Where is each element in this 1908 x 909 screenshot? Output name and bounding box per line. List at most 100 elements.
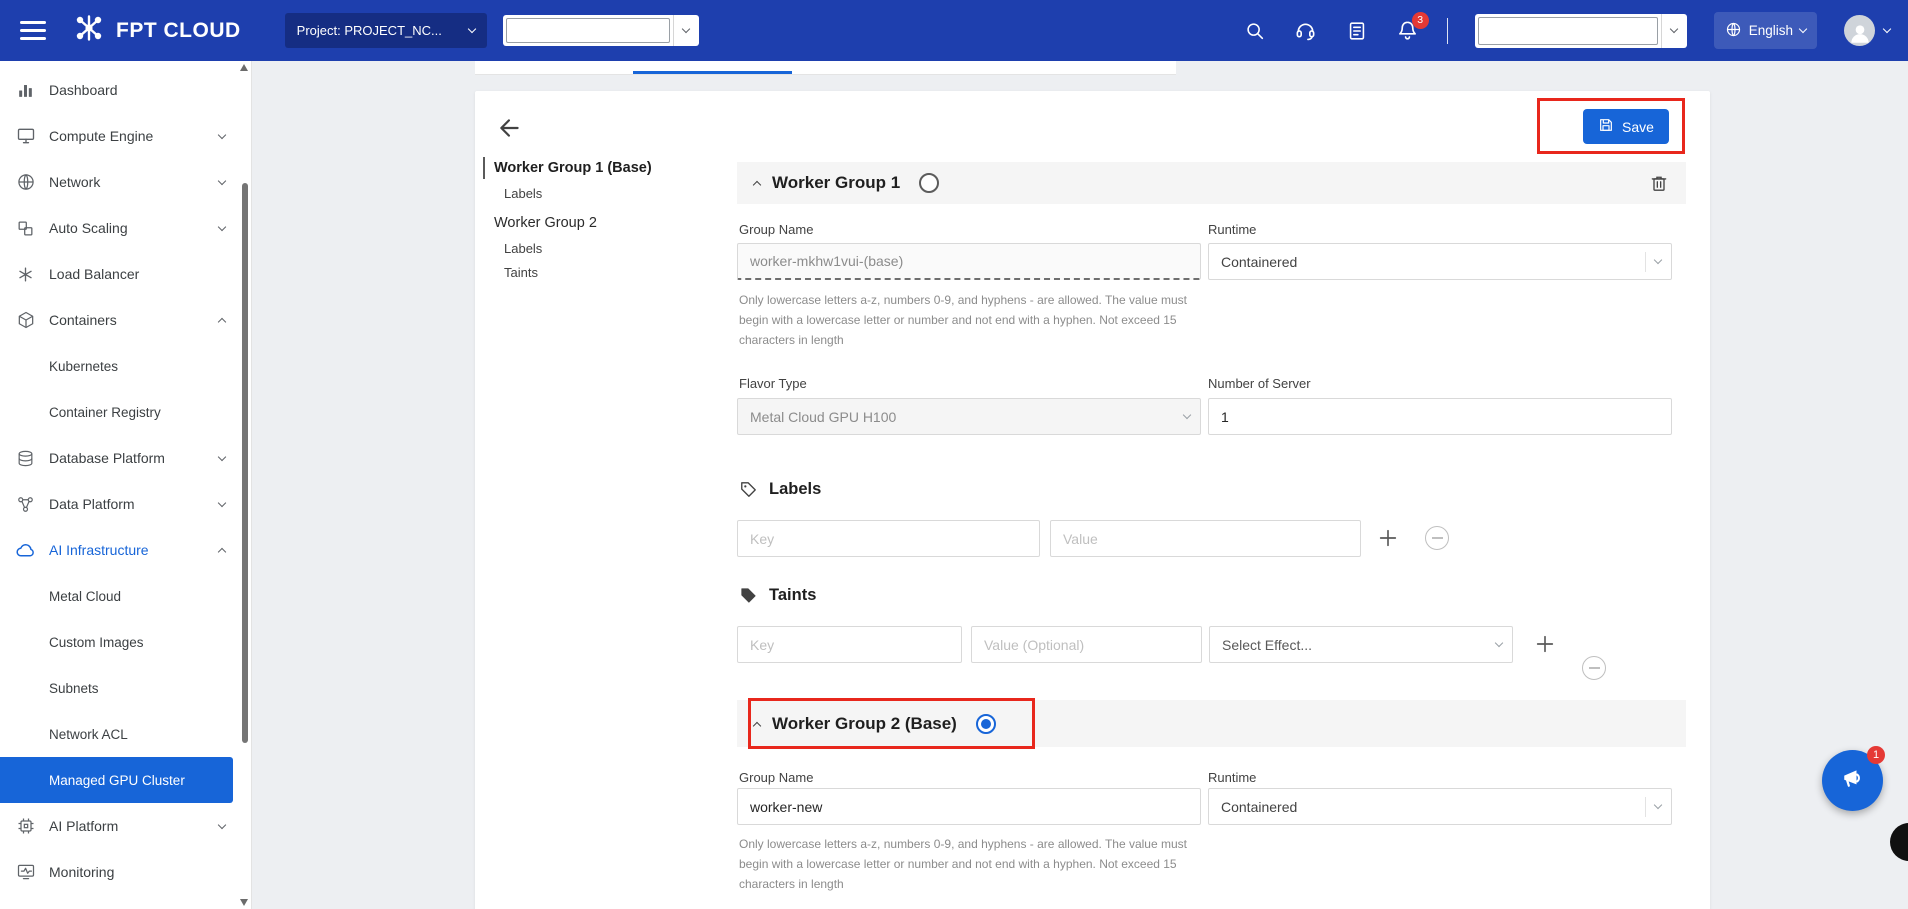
chevron-down-icon <box>1654 801 1662 809</box>
add-label-button[interactable] <box>1377 527 1399 549</box>
save-icon <box>1598 117 1614 136</box>
compute-engine-icon <box>15 126 36 147</box>
language-selector[interactable]: English <box>1714 12 1817 49</box>
sidebar-item-kubernetes[interactable]: Kubernetes <box>0 343 251 389</box>
sidebar-item-custom-images[interactable]: Custom Images <box>0 619 251 665</box>
sidebar-item-metal-cloud[interactable]: Metal Cloud <box>0 573 251 619</box>
sidebar-item-managed-gpu-cluster[interactable]: Managed GPU Cluster <box>0 757 233 803</box>
worker-group-1-title: Worker Group 1 <box>772 173 900 193</box>
chevron-down-icon <box>1670 25 1678 33</box>
sidebar-item-label: AI Platform <box>49 818 118 834</box>
remove-taint-button[interactable] <box>1582 656 1606 680</box>
delete-worker-group-1-icon[interactable] <box>1649 173 1669 194</box>
sidebar: Dashboard Compute Engine Network Auto Sc… <box>0 61 252 909</box>
project-selector[interactable]: Project: PROJECT_NC... <box>285 13 487 48</box>
chevron-up-icon <box>218 318 226 326</box>
logo-text: FPT CLOUD <box>116 19 241 43</box>
worker-group-2-header[interactable]: Worker Group 2 (Base) <box>737 700 1686 747</box>
sidebar-item-ai-infrastructure[interactable]: AI Infrastructure <box>0 527 251 573</box>
sidebar-item-container-registry[interactable]: Container Registry <box>0 389 251 435</box>
sidebar-item-partial[interactable] <box>0 895 251 909</box>
network-globe-icon <box>15 172 36 193</box>
sidebar-item-subnets[interactable]: Subnets <box>0 665 251 711</box>
sidebar-item-database-platform[interactable]: Database Platform <box>0 435 251 481</box>
worker-group-form-column: Worker Group 1 Group Name Runtime Contai… <box>737 162 1686 909</box>
logo-mark-icon <box>72 11 106 50</box>
chevron-down-icon <box>218 176 226 184</box>
number-of-server-input-wg1[interactable] <box>1208 398 1672 435</box>
save-button[interactable]: Save <box>1583 109 1669 144</box>
add-taint-button[interactable] <box>1534 633 1556 655</box>
sidebar-item-label: Auto Scaling <box>49 220 128 236</box>
tree-item-wg1-labels[interactable]: Labels <box>483 184 713 203</box>
sidebar-item-network[interactable]: Network <box>0 159 251 205</box>
scope-search-dropdown-button[interactable] <box>1661 14 1687 48</box>
sidebar-item-data-platform[interactable]: Data Platform <box>0 481 251 527</box>
project-selector-value: Project: PROJECT_NC... <box>297 23 442 38</box>
remove-label-button[interactable] <box>1425 526 1449 550</box>
sidebar-item-label: Kubernetes <box>49 359 118 374</box>
label-value-input[interactable] <box>1050 520 1361 557</box>
sidebar-item-ai-platform[interactable]: AI Platform <box>0 803 251 849</box>
taint-effect-placeholder: Select Effect... <box>1222 637 1496 653</box>
runtime-select-wg1[interactable]: Containered <box>1208 243 1672 280</box>
navbar-right-cluster: 3 English <box>1243 12 1890 49</box>
sidebar-item-dashboard[interactable]: Dashboard <box>0 67 251 113</box>
fpt-cloud-logo[interactable]: FPT CLOUD <box>72 11 241 50</box>
sidebar-item-label: AI Infrastructure <box>49 542 149 558</box>
collapse-chevron-icon <box>753 721 761 729</box>
tree-item-worker-group-2[interactable]: Worker Group 2 <box>483 212 713 234</box>
back-arrow-button[interactable] <box>497 115 523 141</box>
tree-item-worker-group-1[interactable]: Worker Group 1 (Base) <box>483 157 713 179</box>
group-name-help-text: Only lowercase letters a-z, numbers 0-9,… <box>739 834 1211 894</box>
user-menu[interactable] <box>1844 15 1890 46</box>
main-content-area: Save Worker Group 1 (Base) Labels Worker… <box>252 61 1908 909</box>
worker-group-1-base-radio[interactable] <box>919 173 939 193</box>
sidebar-item-network-acl[interactable]: Network ACL <box>0 711 251 757</box>
sidebar-scrollbar-thumb[interactable] <box>242 183 248 743</box>
worker-group-1-header[interactable]: Worker Group 1 <box>737 162 1686 204</box>
label-tag-icon <box>739 480 758 499</box>
worker-group-2-base-radio[interactable] <box>976 714 996 734</box>
sidebar-item-compute-engine[interactable]: Compute Engine <box>0 113 251 159</box>
group-name-input-wg2[interactable] <box>737 788 1201 825</box>
runtime-label: Runtime <box>1208 770 1256 785</box>
collapse-chevron-icon <box>753 181 761 189</box>
menu-icon[interactable] <box>20 21 46 40</box>
runtime-select-wg2[interactable]: Containered <box>1208 788 1672 825</box>
sidebar-item-label: Network ACL <box>49 727 128 742</box>
group-name-label: Group Name <box>739 222 813 237</box>
sidebar-item-auto-scaling[interactable]: Auto Scaling <box>0 205 251 251</box>
sidebar-item-monitoring[interactable]: Monitoring <box>0 849 251 895</box>
avatar <box>1844 15 1875 46</box>
labels-subsection-title: Labels <box>769 480 821 499</box>
support-icon[interactable] <box>1294 19 1318 43</box>
sidebar-item-label: Load Balancer <box>49 266 139 282</box>
notifications-bell-icon[interactable]: 3 <box>1396 19 1420 43</box>
globe-icon <box>1725 21 1742 41</box>
global-search-input[interactable] <box>506 18 670 43</box>
runtime-value: Containered <box>1221 799 1645 815</box>
global-search-dropdown-button[interactable] <box>673 15 699 46</box>
taint-effect-select[interactable]: Select Effect... <box>1209 626 1513 663</box>
feedback-chat-button[interactable]: 1 <box>1822 750 1883 811</box>
search-icon[interactable] <box>1243 19 1267 43</box>
sidebar-item-load-balancer[interactable]: Load Balancer <box>0 251 251 297</box>
docs-icon[interactable] <box>1345 19 1369 43</box>
tree-item-wg2-labels[interactable]: Labels <box>483 239 713 258</box>
sidebar-scroll-up-arrow[interactable] <box>240 64 248 71</box>
sidebar-item-label: Container Registry <box>49 405 161 420</box>
scope-search-input[interactable] <box>1478 17 1658 45</box>
megaphone-icon <box>1839 764 1867 797</box>
taint-value-input[interactable] <box>971 626 1202 663</box>
label-key-input[interactable] <box>737 520 1040 557</box>
save-label: Save <box>1622 119 1654 135</box>
ai-infrastructure-cloud-icon <box>15 540 36 561</box>
tree-item-wg2-taints[interactable]: Taints <box>483 263 713 282</box>
sidebar-scroll-down-arrow[interactable] <box>240 899 248 906</box>
sidebar-item-containers[interactable]: Containers <box>0 297 251 343</box>
global-search-combobox[interactable] <box>503 15 699 46</box>
taint-key-input[interactable] <box>737 626 962 663</box>
scope-search-combobox[interactable] <box>1475 14 1687 48</box>
chevron-down-icon <box>1799 25 1807 33</box>
